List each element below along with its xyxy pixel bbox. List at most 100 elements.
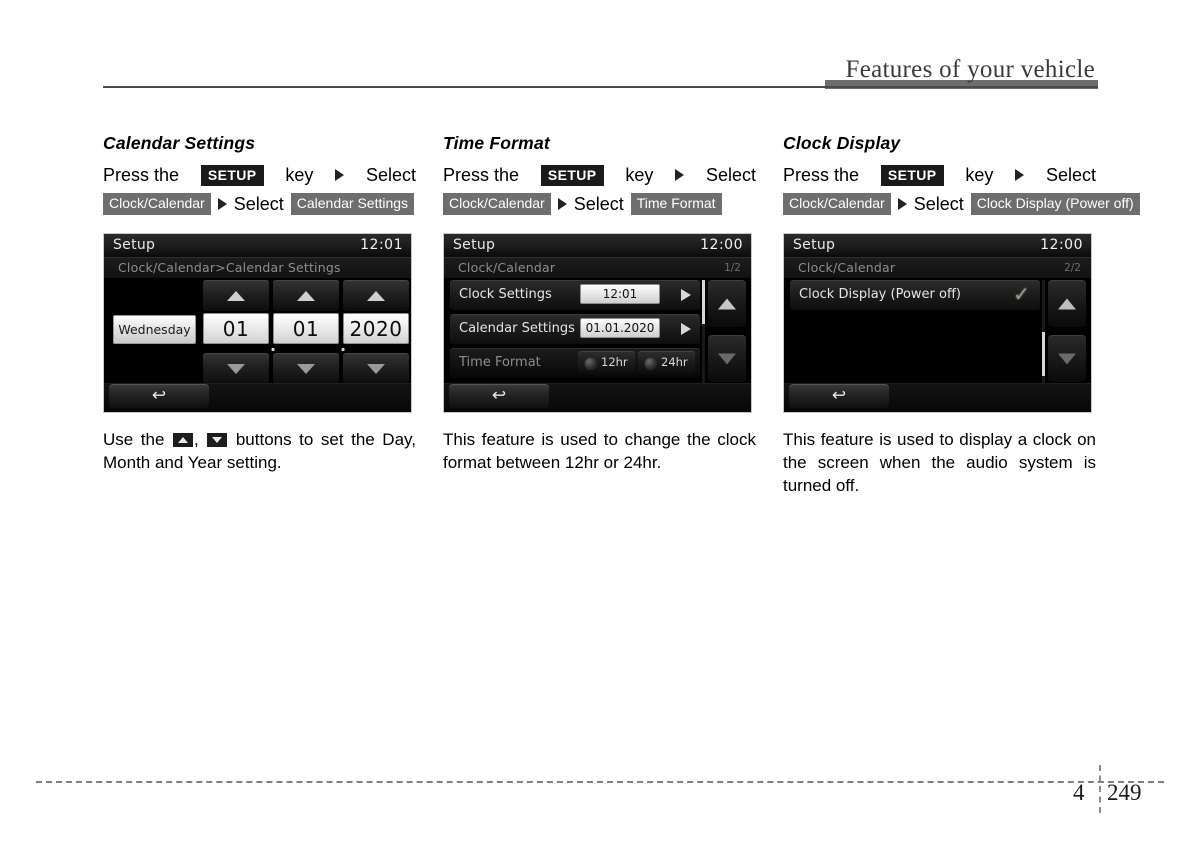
list-item-time-format[interactable]: Time Format 12hr 24hr xyxy=(450,348,700,378)
screen-bottom-bar: ↩ xyxy=(104,383,411,412)
instruction-key-text: key xyxy=(965,165,994,185)
instruction-select-text-1: Select xyxy=(705,165,756,185)
screen-title-bar: Setup 12:00 xyxy=(444,234,751,258)
checkmark-icon[interactable]: ✓ xyxy=(1011,284,1032,305)
month-stepper: 01 xyxy=(273,280,339,384)
footer-page-number: 249 xyxy=(1107,780,1142,805)
screen-title: Setup xyxy=(793,237,836,253)
back-button[interactable]: ↩ xyxy=(789,384,889,408)
page-header: Features of your vehicle xyxy=(0,0,1200,100)
screen-breadcrumb: Clock/Calendar>Calendar Settings xyxy=(118,260,341,275)
screen-bottom-bar: ↩ xyxy=(784,383,1091,412)
screen-breadcrumb-bar: Clock/Calendar>Calendar Settings xyxy=(104,258,411,278)
caption-part-1: Use the xyxy=(103,430,165,449)
triangle-down-icon xyxy=(367,363,385,374)
screen-clock: 12:00 xyxy=(1040,237,1083,253)
scroll-down-button[interactable] xyxy=(1048,335,1086,382)
caption-text: This feature is used to display a clock … xyxy=(783,430,1096,495)
instruction-select-text-1: Select xyxy=(1045,165,1096,185)
screen-title: Setup xyxy=(113,237,156,253)
scrollbar-thumb[interactable] xyxy=(702,280,705,324)
radio-label: 12hr xyxy=(601,355,628,369)
scroll-down-button[interactable] xyxy=(708,335,746,382)
year-value[interactable]: 2020 xyxy=(343,313,409,344)
list-item-clock-display-toggle[interactable]: Clock Display (Power off) ✓ xyxy=(790,280,1040,310)
setup-key-chip[interactable]: SETUP xyxy=(540,164,604,186)
month-decrement-button[interactable] xyxy=(273,353,339,384)
screen-breadcrumb-bar: Clock/Calendar 1/2 xyxy=(444,258,751,278)
screen-breadcrumb: Clock/Calendar xyxy=(458,260,556,275)
screen-breadcrumb-bar: Clock/Calendar 2/2 xyxy=(784,258,1091,278)
list-item-label: Clock Display (Power off) xyxy=(799,287,961,302)
header-rule xyxy=(103,86,1098,88)
right-triangle-icon xyxy=(1015,169,1025,181)
list-item-value[interactable]: 12:01 xyxy=(580,284,660,304)
clock-calendar-chip[interactable]: Clock/Calendar xyxy=(783,193,891,215)
right-triangle-icon xyxy=(557,198,567,210)
right-triangle-icon xyxy=(897,198,907,210)
triangle-down-icon xyxy=(718,353,736,364)
month-increment-button[interactable] xyxy=(273,280,339,311)
scrollbar-thumb[interactable] xyxy=(1042,332,1045,376)
list-item-clock-settings[interactable]: Clock Settings 12:01 xyxy=(450,280,700,310)
time-format-chip[interactable]: Time Format xyxy=(630,193,722,215)
calendar-settings-chip[interactable]: Calendar Settings xyxy=(290,193,415,215)
back-button[interactable]: ↩ xyxy=(449,384,549,408)
instruction-select-text-1: Select xyxy=(365,165,416,185)
instruction-press-text: Press the xyxy=(443,165,520,185)
instruction-select-text-2: Select xyxy=(913,194,964,214)
clock-calendar-chip[interactable]: Clock/Calendar xyxy=(443,193,551,215)
scrollbar-track[interactable] xyxy=(702,280,705,383)
right-triangle-icon xyxy=(335,169,345,181)
section-heading: Clock Display xyxy=(783,133,901,153)
month-value[interactable]: 01 xyxy=(273,313,339,344)
device-screen-calendar-settings[interactable]: Setup 12:01 Clock/Calendar>Calendar Sett… xyxy=(103,233,412,413)
year-decrement-button[interactable] xyxy=(343,353,409,384)
back-button[interactable]: ↩ xyxy=(109,384,209,408)
device-screen-time-format[interactable]: Setup 12:00 Clock/Calendar 1/2 Clock Set… xyxy=(443,233,752,413)
instruction-key-text: key xyxy=(625,165,654,185)
footer-rule xyxy=(36,781,1164,783)
page-title: Features of your vehicle xyxy=(845,56,1095,83)
section-heading: Time Format xyxy=(443,133,550,153)
footer-divider xyxy=(1099,765,1101,813)
day-value[interactable]: 01 xyxy=(203,313,269,344)
instruction-press-text: Press the xyxy=(103,165,180,185)
screen-breadcrumb: Clock/Calendar xyxy=(798,260,896,275)
list-item-value[interactable]: 01.01.2020 xyxy=(580,318,660,338)
back-arrow-icon: ↩ xyxy=(491,385,507,406)
list-item-calendar-settings[interactable]: Calendar Settings 01.01.2020 xyxy=(450,314,700,344)
screen-title-bar: Setup 12:00 xyxy=(784,234,1091,258)
instruction-breadcrumb: Press the SETUP key Select Clock/Calenda… xyxy=(783,162,1140,217)
caption-comma: , xyxy=(193,430,199,449)
clock-calendar-chip[interactable]: Clock/Calendar xyxy=(103,193,211,215)
setup-key-chip[interactable]: SETUP xyxy=(880,164,944,186)
scrollbar-track[interactable] xyxy=(1042,280,1045,383)
radio-dot-icon xyxy=(584,357,597,370)
triangle-up-icon xyxy=(297,290,315,301)
radio-label: 24hr xyxy=(661,355,688,369)
day-stepper: 01 xyxy=(203,280,269,384)
instruction-breadcrumb: Press the SETUP key Select Clock/Calenda… xyxy=(443,162,756,217)
year-increment-button[interactable] xyxy=(343,280,409,311)
screen-title-bar: Setup 12:01 xyxy=(104,234,411,258)
list-item-label: Time Format xyxy=(459,355,541,370)
radio-option-24hr[interactable]: 24hr xyxy=(638,351,695,374)
back-arrow-icon: ↩ xyxy=(151,385,167,406)
weekday-display: Wednesday xyxy=(113,315,196,344)
section-heading: Calendar Settings xyxy=(103,133,256,153)
clock-display-chip[interactable]: Clock Display (Power off) xyxy=(970,193,1140,215)
radio-dot-icon xyxy=(644,357,657,370)
radio-option-12hr[interactable]: 12hr xyxy=(578,351,635,374)
setup-key-chip[interactable]: SETUP xyxy=(200,164,264,186)
day-increment-button[interactable] xyxy=(203,280,269,311)
screen-clock: 12:01 xyxy=(360,237,403,253)
scroll-up-button[interactable] xyxy=(708,280,746,327)
instruction-breadcrumb: Press the SETUP key Select Clock/Calenda… xyxy=(103,162,416,217)
day-decrement-button[interactable] xyxy=(203,353,269,384)
screen-clock: 12:00 xyxy=(700,237,743,253)
scroll-up-button[interactable] xyxy=(1048,280,1086,327)
device-screen-clock-display[interactable]: Setup 12:00 Clock/Calendar 2/2 Clock Dis… xyxy=(783,233,1092,413)
right-triangle-icon xyxy=(675,169,685,181)
instruction-select-text-2: Select xyxy=(573,194,624,214)
